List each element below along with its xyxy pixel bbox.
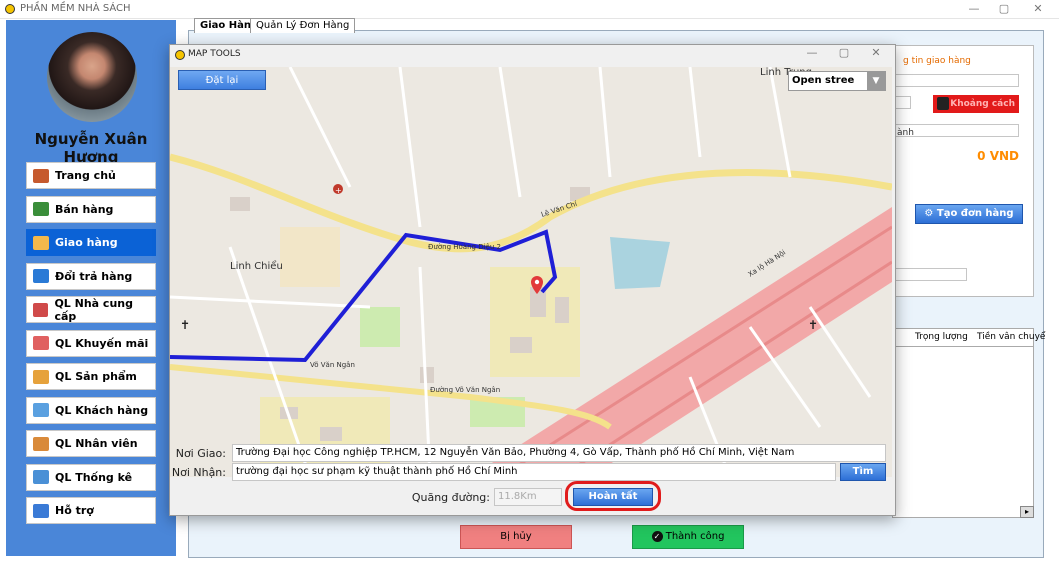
sidebar-item-label: Đổi trả hàng <box>55 269 133 283</box>
svg-text:+: + <box>335 186 342 195</box>
map-pin-icon <box>937 97 949 110</box>
help-icon <box>33 503 49 518</box>
map-canvas[interactable]: + ✝ ✝ Linh Chiểu Linh Trung Võ Văn Ngân … <box>170 67 892 477</box>
sidebar-item-label: Bán hàng <box>55 202 114 216</box>
sidebar-item-5[interactable]: QL Khuyến mãi <box>26 329 156 357</box>
cancel-status-button[interactable]: Bị hủy <box>460 525 572 549</box>
sidebar-item-4[interactable]: QL Nhà cung cấp <box>26 296 156 323</box>
sidebar-item-label: QL Khách hàng <box>55 403 149 417</box>
map-tools-window: MAP TOOLS — ▢ ✕ + ✝ ✝ Linh Chiểu Linh Tr… <box>169 44 896 516</box>
lake-area <box>610 237 670 289</box>
map-maximize-button[interactable]: ▢ <box>830 45 858 61</box>
reset-map-button[interactable]: Đặt lại <box>178 70 266 90</box>
delivery-field-1[interactable] <box>893 74 1019 87</box>
check-icon: ✓ <box>651 531 663 542</box>
minimize-button[interactable]: — <box>960 1 988 17</box>
sidebar-item-0[interactable]: Trang chủ <box>26 162 156 189</box>
distance-output: 11.8Km <box>494 488 562 506</box>
sidebar-item-label: QL Nhà cung cấp <box>54 296 133 323</box>
avatar <box>47 32 137 122</box>
distance-label: Quãng đường: <box>411 491 490 504</box>
sidebar-item-3[interactable]: Đổi trả hàng <box>26 262 156 290</box>
tab-quan-ly-don-hang[interactable]: Quản Lý Đơn Hàng <box>250 18 356 33</box>
sidebar-item-6[interactable]: QL Sản phẩm <box>26 363 156 390</box>
col-weight: Trọng lượng <box>915 332 968 342</box>
sidebar-item-label: QL Nhân viên <box>55 437 138 450</box>
sidebar-item-label: QL Sản phẩm <box>55 370 137 383</box>
distance-button-label: Khoảng cách <box>950 99 1015 109</box>
park-area <box>360 307 400 347</box>
from-address-input[interactable]: Trường Đại học Công nghiệp TP.HCM, 12 Ng… <box>232 444 886 462</box>
sidebar-item-label: Hỗ trợ <box>55 504 94 517</box>
sale-icon <box>33 336 49 350</box>
customer-icon <box>33 403 49 417</box>
factory-icon <box>33 302 49 317</box>
from-label: Nơi Giao: <box>175 447 226 460</box>
map-minimize-button[interactable]: — <box>798 45 826 61</box>
cart-icon <box>33 202 49 216</box>
order-table-header: Trọng lượng Tiền vân chuyể <box>892 328 1045 348</box>
delivery-field-3[interactable]: ành <box>893 124 1019 137</box>
finish-button[interactable]: Hoàn tất <box>573 488 653 506</box>
tile-source-select[interactable]: Open stree ▼ <box>788 71 886 91</box>
employee-icon <box>33 436 49 451</box>
shipping-price: 0 VND <box>977 149 1019 163</box>
search-button[interactable]: Tìm <box>840 463 886 481</box>
sidebar-item-1[interactable]: Bán hàng <box>26 195 156 223</box>
svg-text:✝: ✝ <box>808 318 818 332</box>
product-icon <box>33 369 49 384</box>
map-label-hoang-dieu: Đường Hoàng Diệu 2 <box>428 243 501 251</box>
app-icon <box>5 4 15 14</box>
sidebar-item-label: QL Thống kê <box>55 470 133 484</box>
search-order-field[interactable] <box>892 268 967 281</box>
field-partial-text: ành <box>897 128 914 137</box>
truck-icon <box>33 235 49 250</box>
col-shipping-fee: Tiền vân chuyể <box>977 332 1046 342</box>
map-close-button[interactable]: ✕ <box>862 45 890 61</box>
home-icon <box>33 168 49 183</box>
sidebar-item-8[interactable]: QL Nhân viên <box>26 430 156 457</box>
to-label: Nơi Nhận: <box>171 466 226 479</box>
delivery-info-panel: g tin giao hàng Khoảng cách ành 0 VND ⚙ … <box>892 45 1034 297</box>
order-icon: ⚙ <box>924 208 937 219</box>
map-window-title: MAP TOOLS <box>188 49 241 59</box>
tile-source-value: Open stree <box>792 75 855 86</box>
app-titlebar: PHẦN MỀM NHÀ SÁCH — ▢ ✕ <box>0 0 1059 19</box>
chevron-down-icon[interactable]: ▼ <box>867 72 885 90</box>
sidebar-item-7[interactable]: QL Khách hàng <box>26 396 156 424</box>
success-status-button[interactable]: ✓ Thành công <box>632 525 744 549</box>
app-title: PHẦN MỀM NHÀ SÁCH <box>20 3 131 14</box>
maximize-button[interactable]: ▢ <box>990 1 1018 17</box>
svg-text:✝: ✝ <box>180 318 190 332</box>
user-name: Nguyễn Xuân Hương <box>34 130 148 166</box>
to-address-input[interactable]: trường đại học sư phạm kỹ thuật thành ph… <box>232 463 836 481</box>
chart-icon <box>33 470 49 484</box>
map-label-linh-chieu: Linh Chiểu <box>230 259 283 272</box>
sidebar-item-10[interactable]: Hỗ trợ <box>26 497 156 524</box>
map-label-duong-vo-van-ngan: Đường Võ Văn Ngân <box>430 386 500 394</box>
sidebar-item-label: QL Khuyến mãi <box>55 336 149 350</box>
sidebar-item-9[interactable]: QL Thống kê <box>26 463 156 491</box>
success-label: Thành công <box>665 531 725 542</box>
create-order-label: Tạo đơn hàng <box>936 208 1014 219</box>
sidebar-item-label: Trang chủ <box>55 169 116 182</box>
refresh-icon <box>33 269 49 283</box>
map-label-vo-van-ngan: Võ Văn Ngân <box>310 361 355 369</box>
create-order-button[interactable]: ⚙ Tạo đơn hàng <box>915 204 1023 224</box>
close-button[interactable]: ✕ <box>1024 1 1052 17</box>
order-table-body <box>892 346 1034 518</box>
distance-button[interactable]: Khoảng cách <box>933 95 1019 113</box>
map-view[interactable]: + ✝ ✝ Linh Chiểu Linh Trung Võ Văn Ngân … <box>170 67 892 477</box>
map-window-icon <box>175 50 185 60</box>
sidebar-item-label: Giao hàng <box>55 236 118 249</box>
scroll-right-button[interactable]: ▸ <box>1020 506 1034 518</box>
sidebar-item-2[interactable]: Giao hàng <box>26 229 156 256</box>
delivery-info-title: g tin giao hàng <box>903 56 971 66</box>
